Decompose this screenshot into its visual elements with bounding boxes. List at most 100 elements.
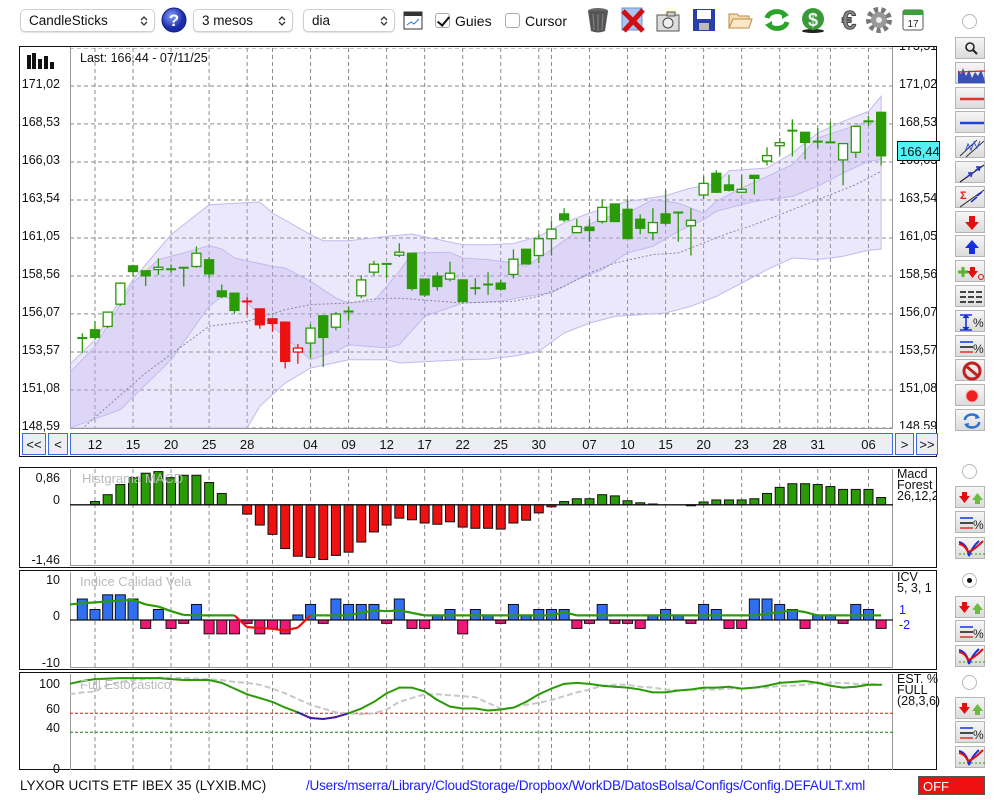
volume-bars-icon[interactable]	[27, 53, 57, 69]
delete-button[interactable]	[955, 359, 985, 382]
candle	[609, 203, 621, 223]
open-folder-button[interactable]	[727, 6, 757, 34]
oscillator-curves-icon	[958, 648, 985, 665]
candle-body	[127, 265, 139, 273]
off-status-toggle[interactable]: OFF	[918, 776, 985, 795]
down-up-arrows-button[interactable]	[955, 486, 985, 508]
nav-prev-button[interactable]: <	[48, 433, 68, 455]
range-percent-icon: %	[960, 313, 984, 331]
candle-body	[723, 184, 735, 191]
delete-button[interactable]	[620, 6, 650, 34]
candle-body	[799, 131, 811, 144]
save-icon	[693, 9, 715, 31]
lines-percent-button[interactable]: %	[955, 511, 985, 533]
oscillator-curves-button[interactable]	[955, 645, 985, 667]
macd-bar	[419, 504, 430, 524]
interval-select[interactable]: dia	[303, 9, 395, 32]
camera-button[interactable]	[655, 6, 685, 34]
candle-body	[229, 292, 240, 312]
icv-plot[interactable]	[70, 572, 893, 667]
guides-checkbox[interactable]	[435, 13, 450, 28]
macd-bar	[343, 504, 354, 553]
stochastic-k-segment	[829, 684, 845, 689]
macd-bar	[762, 492, 773, 506]
up-arrow-button[interactable]	[955, 235, 985, 258]
range-percent-button[interactable]: %	[955, 309, 985, 332]
chart-window-button[interactable]	[403, 11, 423, 31]
svg-text:%: %	[973, 342, 984, 356]
candle-body	[292, 347, 304, 353]
panel-select-radio[interactable]	[962, 14, 977, 29]
chart-type-select[interactable]: CandleSticks	[20, 9, 155, 32]
stochastic-k-segment	[854, 683, 870, 688]
down-up-arrows-button[interactable]	[955, 596, 985, 618]
down-up-arrows-icon	[959, 703, 983, 715]
macd-histogram-plot[interactable]	[70, 469, 893, 565]
icv-bar	[507, 603, 519, 621]
candle-body	[191, 252, 202, 268]
lines-percent-icon: %	[960, 626, 984, 641]
date-label: 12	[87, 437, 103, 452]
calendar-button[interactable]: 17	[901, 6, 925, 34]
channel-button[interactable]	[955, 136, 985, 159]
add-signal-icon	[958, 267, 984, 281]
nav-last-button[interactable]: >>	[916, 433, 938, 455]
nav-next-button[interactable]: >	[895, 433, 914, 455]
oscillator-curves-button[interactable]	[955, 537, 985, 559]
lines-percent-button[interactable]: %	[955, 620, 985, 642]
blue-horizontal-line-button[interactable]	[955, 111, 985, 134]
candle	[229, 292, 240, 314]
settings-button[interactable]	[864, 6, 894, 34]
stochastic-k-segment	[360, 700, 375, 710]
record-icon	[965, 389, 979, 403]
price-tick-left: 161,05	[21, 228, 60, 243]
cursor-checkbox[interactable]	[505, 13, 520, 28]
stochastic-k-segment	[322, 716, 337, 720]
icv-value-1: 1	[899, 603, 906, 617]
delete-x-icon	[621, 7, 645, 33]
price-tick-left: 156,07	[21, 304, 60, 319]
nav-first-button[interactable]: <<	[22, 433, 46, 455]
cursor-label: Cursor	[525, 13, 568, 29]
dollar-button[interactable]: $	[799, 6, 829, 34]
config-path-link[interactable]: /Users/mserra/Library/CloudStorage/Dropb…	[306, 778, 865, 793]
dashed-lines-button[interactable]	[955, 285, 985, 307]
down-up-arrows-button[interactable]	[955, 697, 985, 719]
oscillator-curves-button[interactable]	[955, 746, 985, 768]
candle-body	[635, 218, 646, 229]
volume-profile-button[interactable]	[955, 61, 985, 84]
add-signal-button[interactable]	[955, 260, 985, 283]
panel-select-radio[interactable]	[962, 464, 977, 479]
macd-bar	[825, 486, 836, 506]
euro-button[interactable]: €	[835, 5, 865, 36]
refresh-button[interactable]	[763, 6, 793, 34]
icv-signal-segment	[259, 626, 273, 630]
icv-signal-segment	[411, 611, 425, 617]
macd-bar	[838, 488, 849, 506]
period-select[interactable]: 3 mesos	[193, 9, 293, 32]
down-arrow-button[interactable]	[955, 210, 985, 233]
panel-select-radio[interactable]	[962, 675, 977, 690]
svg-text:%: %	[973, 316, 984, 330]
stochastic-plot[interactable]	[70, 674, 893, 769]
help-button[interactable]: ?	[161, 7, 187, 35]
lines-percent-button[interactable]: %	[955, 334, 985, 357]
candlestick-plot[interactable]	[70, 48, 893, 428]
stochastic-k-segment	[804, 680, 819, 684]
refresh-arrows-button[interactable]	[955, 409, 985, 431]
red-horizontal-line-button[interactable]	[955, 86, 985, 109]
date-label: 20	[696, 437, 711, 452]
lines-percent-button[interactable]: %	[955, 721, 985, 743]
trash-button[interactable]	[585, 6, 615, 34]
date-axis-scrollbar[interactable]: 12 15 20 25 28 04 09 12 17 22 25 30 07 10 15 20 23 28 31 06	[70, 433, 893, 455]
candle	[457, 279, 468, 303]
down-up-arrows-icon	[959, 602, 983, 614]
sum-trendline-button[interactable]: Σ	[955, 185, 985, 208]
trash-icon	[588, 8, 608, 33]
stochastic-k-segment	[588, 682, 604, 687]
trendline-button[interactable]	[955, 161, 985, 183]
record-button[interactable]	[955, 384, 985, 407]
panel-select-radio[interactable]	[962, 573, 977, 588]
save-button[interactable]	[691, 6, 721, 34]
zoom-button[interactable]	[955, 37, 985, 59]
